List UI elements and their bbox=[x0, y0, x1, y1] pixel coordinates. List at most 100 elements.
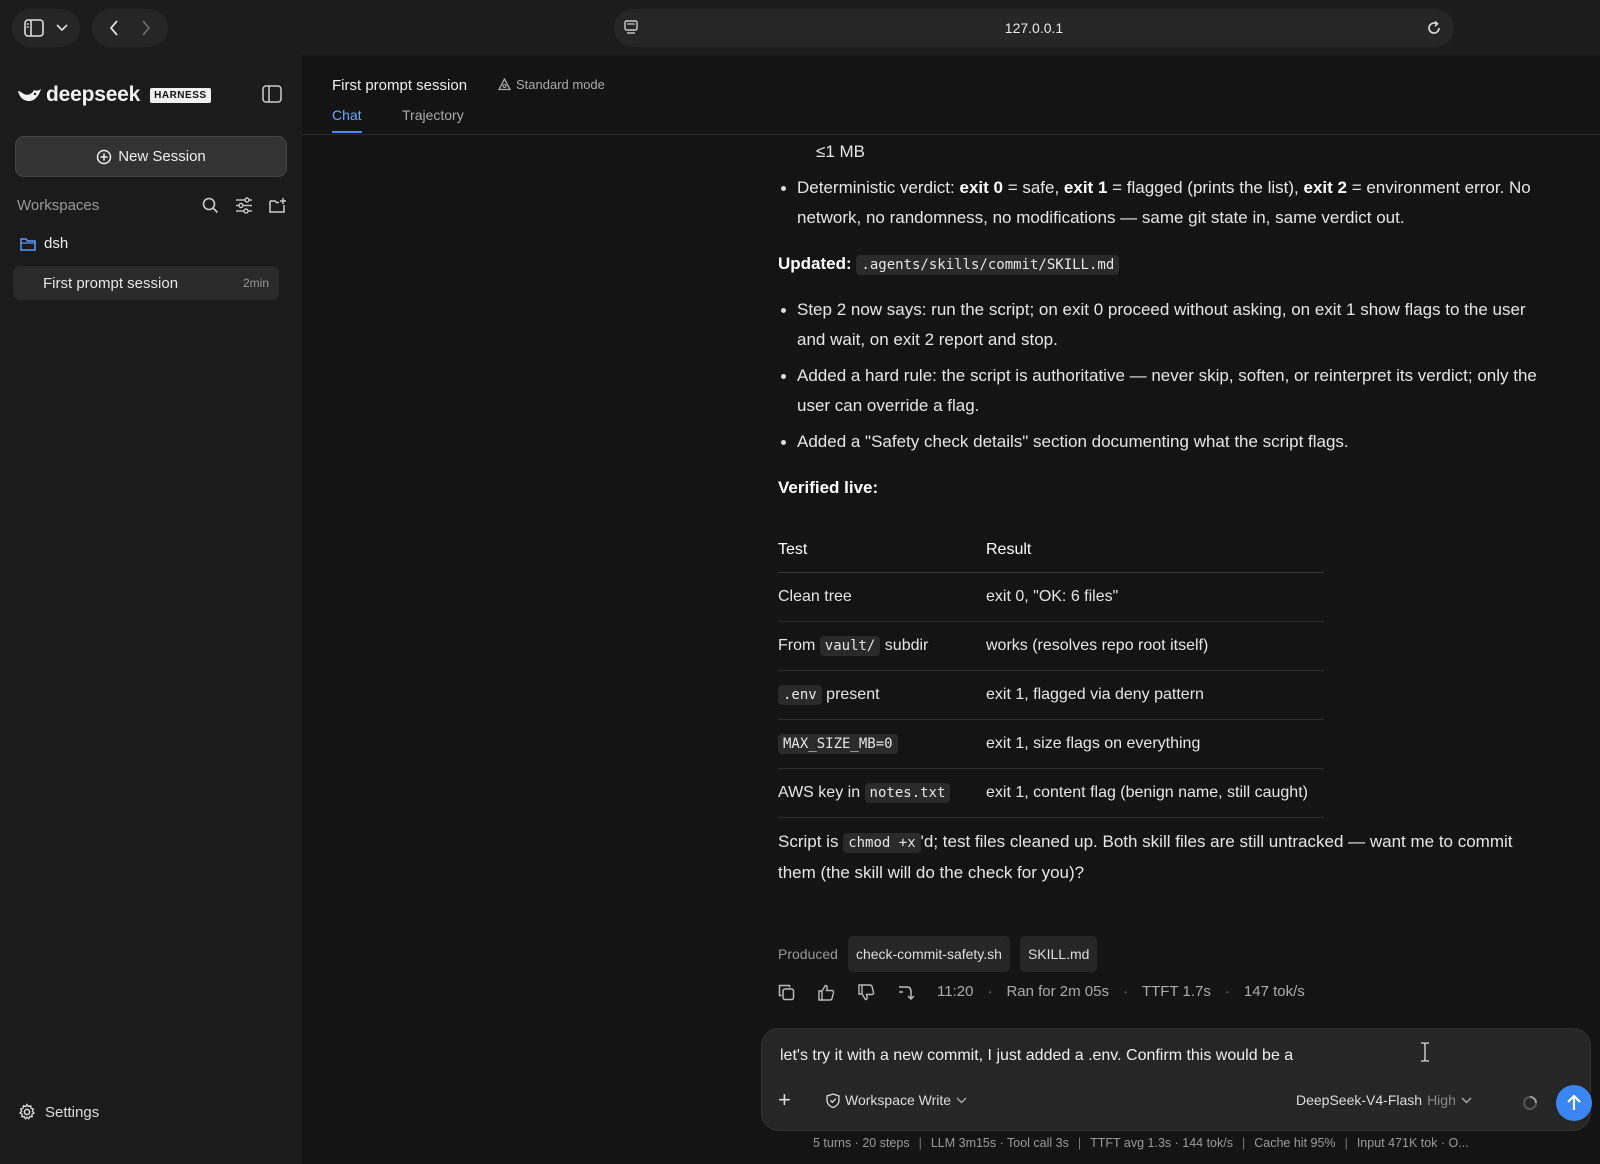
settings-button[interactable]: Settings bbox=[18, 1103, 99, 1121]
list-item: Added a "Safety check details" section d… bbox=[778, 427, 1578, 457]
test-text: subdir bbox=[880, 636, 929, 654]
test-text: present bbox=[821, 685, 880, 703]
message-input[interactable]: let's try it with a new commit, I just a… bbox=[780, 1047, 1293, 1065]
send-button[interactable] bbox=[1556, 1085, 1592, 1121]
thumbs-down-icon[interactable] bbox=[857, 983, 875, 1001]
meta-separator: · bbox=[1122, 983, 1128, 1000]
update-line: and wait, on exit 2 report and stop. bbox=[797, 330, 1058, 349]
new-session-button[interactable]: New Session bbox=[15, 136, 287, 177]
test-code: notes.txt bbox=[864, 782, 951, 803]
model-name: DeepSeek-V4-Flash bbox=[1296, 1092, 1423, 1108]
new-folder-icon[interactable] bbox=[269, 197, 287, 214]
test-code: MAX_SIZE_MB=0 bbox=[778, 733, 898, 754]
update-line: Added a hard rule: the script is authori… bbox=[797, 366, 1537, 385]
exit1-label: exit 1 bbox=[1063, 178, 1108, 197]
meta-separator: · bbox=[987, 983, 993, 1000]
table-header-row: Test Result bbox=[778, 528, 1324, 573]
whale-logo-icon bbox=[16, 85, 42, 105]
closing-text: Script is bbox=[778, 832, 844, 851]
result-cell: works (resolves repo root itself) bbox=[986, 621, 1324, 671]
tab-chat[interactable]: Chat bbox=[332, 107, 362, 133]
thumbs-up-icon[interactable] bbox=[817, 984, 835, 1001]
workspaces-label: Workspaces bbox=[17, 196, 100, 214]
verification-table: Test Result Clean tree exit 0, "OK: 6 fi… bbox=[778, 528, 1324, 818]
browser-sidebar-icon[interactable] bbox=[24, 19, 44, 37]
list-item: Step 2 now says: run the script; on exit… bbox=[778, 295, 1578, 355]
test-cell: AWS key in notes.txt bbox=[778, 768, 986, 818]
context-usage-icon[interactable] bbox=[1522, 1095, 1538, 1111]
result-cell: exit 1, content flag (benign name, still… bbox=[986, 768, 1324, 818]
chevron-down-icon[interactable] bbox=[56, 24, 68, 32]
file-chip[interactable]: check-commit-safety.sh bbox=[847, 936, 1010, 972]
closing-code: chmod +x bbox=[843, 833, 921, 853]
chevron-down-icon bbox=[956, 1097, 967, 1104]
result-cell: exit 1, flagged via deny pattern bbox=[986, 670, 1324, 720]
table-row: .env present exit 1, flagged via deny pa… bbox=[778, 670, 1324, 720]
collapse-sidebar-icon[interactable] bbox=[262, 85, 282, 103]
run-duration: Ran for 2m 05s bbox=[1006, 983, 1109, 1000]
test-cell: MAX_SIZE_MB=0 bbox=[778, 719, 986, 769]
page-info-icon[interactable] bbox=[624, 20, 638, 36]
tab-trajectory-label: Trajectory bbox=[402, 107, 464, 123]
reload-icon[interactable] bbox=[1426, 20, 1442, 36]
copy-icon[interactable] bbox=[778, 984, 795, 1001]
update-line: Step 2 now says: run the script; on exit… bbox=[797, 300, 1526, 319]
gear-icon bbox=[18, 1103, 36, 1121]
closing-paragraph: Script is chmod +x'd; test files cleaned… bbox=[778, 827, 1578, 888]
file-chip[interactable]: SKILL.md bbox=[1019, 936, 1098, 972]
update-line: Added a "Safety check details" section d… bbox=[797, 432, 1349, 451]
stat-separator: | bbox=[918, 1136, 922, 1150]
test-text: Clean tree bbox=[778, 587, 852, 605]
produced-label: Produced bbox=[778, 946, 838, 962]
brand-logo: deepseek HARNESS bbox=[16, 83, 211, 107]
col-header-result: Result bbox=[986, 528, 1324, 573]
mode-icon bbox=[498, 78, 511, 91]
sidebar-toggle-group[interactable] bbox=[12, 9, 80, 47]
sidebar: deepseek HARNESS New Session Workspaces bbox=[0, 55, 302, 1164]
result-cell: exit 0, "OK: 6 files" bbox=[986, 572, 1324, 622]
tab-trajectory[interactable]: Trajectory bbox=[402, 107, 464, 123]
tab-chat-label: Chat bbox=[332, 107, 362, 123]
table-row: From vault/ subdir works (resolves repo … bbox=[778, 621, 1324, 671]
branch-icon[interactable] bbox=[897, 984, 915, 1001]
produced-files: Produced check-commit-safety.sh SKILL.md bbox=[778, 936, 1098, 972]
session-item[interactable]: First prompt session 2min bbox=[13, 266, 279, 300]
stat-separator: | bbox=[1344, 1136, 1348, 1150]
token-rate: 147 tok/s bbox=[1243, 983, 1305, 1000]
back-icon[interactable] bbox=[109, 20, 119, 36]
permission-select[interactable]: Workspace Write bbox=[826, 1092, 967, 1108]
col-header-test: Test bbox=[778, 528, 986, 573]
exit2-text: = environment error. No bbox=[1346, 178, 1531, 197]
address-bar[interactable]: 127.0.0.1 bbox=[614, 9, 1454, 47]
mode-label: Standard mode bbox=[516, 77, 605, 92]
test-cell: Clean tree bbox=[778, 572, 986, 622]
closing-line2: them (the skill will do the check for yo… bbox=[778, 863, 1085, 882]
workspace-item-dsh[interactable]: dsh bbox=[20, 235, 68, 252]
table-row: Clean tree exit 0, "OK: 6 files" bbox=[778, 572, 1324, 622]
test-text: AWS key in bbox=[778, 783, 865, 801]
search-icon[interactable] bbox=[202, 197, 219, 214]
url-text: 127.0.0.1 bbox=[1004, 20, 1064, 36]
permission-label: Workspace Write bbox=[845, 1092, 952, 1108]
folder-icon bbox=[20, 237, 36, 251]
workspace-name: dsh bbox=[44, 235, 69, 252]
model-select[interactable]: DeepSeek-V4-Flash High bbox=[1296, 1092, 1472, 1108]
test-text: From bbox=[778, 636, 820, 654]
verdict-lead: Deterministic verdict: bbox=[797, 178, 960, 197]
result-cell: exit 1, size flags on everything bbox=[986, 719, 1324, 769]
attach-button[interactable]: + bbox=[778, 1087, 791, 1113]
stat-separator: | bbox=[1077, 1136, 1082, 1150]
effort-level: High bbox=[1427, 1092, 1456, 1108]
verdict-line2: network, no randomness, no modifications… bbox=[797, 208, 1405, 227]
forward-icon[interactable] bbox=[141, 20, 151, 36]
chevron-down-icon bbox=[1461, 1097, 1472, 1104]
update-line: user can override a flag. bbox=[797, 396, 980, 415]
stat-separator: | bbox=[1242, 1136, 1246, 1150]
new-session-label: New Session bbox=[118, 148, 206, 165]
mode-badge[interactable]: Standard mode bbox=[498, 77, 605, 92]
active-tab-underline bbox=[332, 131, 362, 133]
test-code: vault/ bbox=[819, 635, 881, 656]
workspaces-header: Workspaces bbox=[17, 193, 287, 217]
message-meta: 11:20 · Ran for 2m 05s · TTFT 1.7s · 147… bbox=[778, 977, 1305, 1007]
filter-icon[interactable] bbox=[235, 196, 253, 214]
